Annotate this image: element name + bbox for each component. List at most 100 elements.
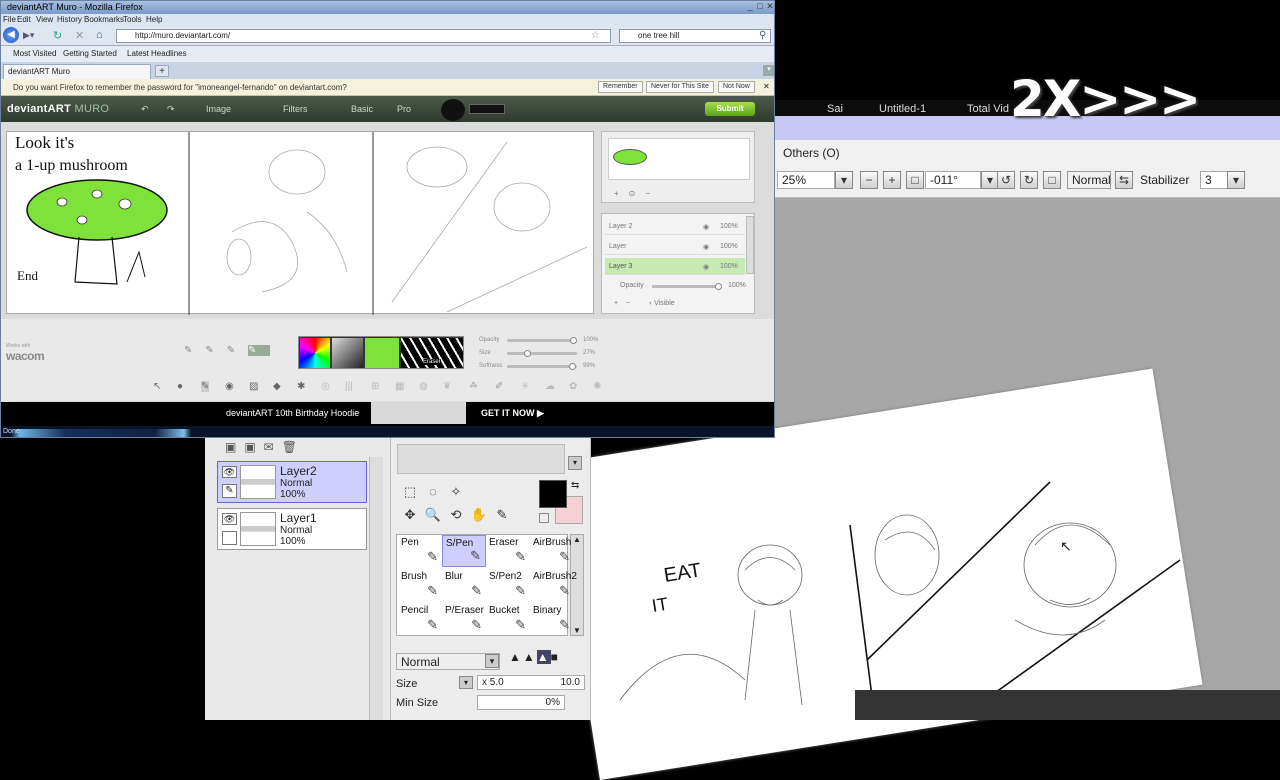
panel-dropdown-icon[interactable]: ▾: [568, 456, 582, 470]
slider-track[interactable]: [507, 350, 577, 357]
rect-select-icon[interactable]: ⬚: [401, 483, 419, 501]
close-notification-icon[interactable]: ✕: [763, 82, 770, 91]
others-menu[interactable]: Others (O): [783, 146, 840, 160]
menu-bookmarks[interactable]: Bookmarks: [84, 15, 124, 24]
current-color-swatch[interactable]: [365, 338, 399, 368]
zoom-icon[interactable]: 🔍: [424, 506, 442, 524]
stabilizer-dropdown-icon[interactable]: ▾: [1227, 171, 1245, 189]
layer-buttons-icon[interactable]: ▣▣✉🗑: [225, 440, 305, 454]
sphere-icon[interactable]: ◍: [419, 381, 428, 392]
tool-bucket[interactable]: Bucket ✎: [486, 603, 530, 635]
circle-brush-icon[interactable]: ◉: [225, 381, 234, 392]
spiral-icon[interactable]: ◎: [321, 381, 330, 392]
eye-icon[interactable]: ◉: [703, 223, 709, 231]
muro-canvas[interactable]: Look it's a 1-up mushroom End: [6, 131, 594, 315]
swap-colors-icon[interactable]: ⇆: [571, 480, 579, 491]
url-bar[interactable]: http://muro.deviantart.com/: [116, 29, 611, 43]
brush-presets-icon[interactable]: ✎✎✎✎: [184, 345, 284, 363]
dot-brush-icon[interactable]: ●: [177, 381, 183, 392]
zoom-field[interactable]: 25%: [777, 171, 835, 189]
bookmark-getting-started[interactable]: Getting Started: [63, 49, 117, 58]
rotate-icon[interactable]: ⟲: [447, 506, 465, 524]
tab-sai[interactable]: Sai: [827, 103, 843, 115]
maximize-icon[interactable]: □: [755, 2, 765, 12]
menu-tools[interactable]: Tools: [123, 15, 142, 24]
tool-blur[interactable]: Blur ✎: [442, 569, 486, 601]
brush-lock-icon[interactable]: ✎: [222, 484, 237, 498]
never-for-site-button[interactable]: Never for This Site: [646, 81, 714, 93]
rotate-right-icon[interactable]: ↻: [1020, 171, 1038, 189]
brush-opacity-slider[interactable]: Opacity 100%: [479, 337, 598, 344]
tool-airbrush2[interactable]: AirBrush2 ✎: [530, 569, 577, 601]
new-tab-icon[interactable]: +: [155, 65, 169, 77]
hatch-icon[interactable]: ▦: [395, 381, 404, 392]
reload-icon[interactable]: ↻: [53, 29, 62, 42]
smudge-icon[interactable]: ✐: [495, 381, 503, 392]
zoom-reset-icon[interactable]: □: [906, 171, 924, 189]
cloud-icon[interactable]: ☁: [545, 381, 555, 392]
size-field[interactable]: x 5.0 10.0: [477, 675, 585, 690]
eye-icon[interactable]: 👁: [222, 513, 237, 525]
zoom-out-icon[interactable]: −: [860, 171, 878, 189]
color-picker[interactable]: Eraser: [298, 336, 464, 369]
transparent-color-icon[interactable]: [539, 513, 549, 523]
shop-badge-icon[interactable]: [469, 104, 505, 114]
brush-shape-icon[interactable]: ▲▲▲■: [509, 650, 585, 670]
magic-wand-icon[interactable]: ✧: [447, 483, 465, 501]
lines-icon[interactable]: |||: [345, 381, 353, 392]
menu-filters[interactable]: Filters: [283, 104, 308, 114]
tool-pencil[interactable]: Pencil ✎: [398, 603, 442, 635]
slider-knob[interactable]: [570, 337, 577, 344]
remember-button[interactable]: Remember: [598, 81, 643, 93]
ad-banner[interactable]: deviantART 10th Birthday Hoodie GET IT N…: [1, 402, 774, 426]
redo-icon[interactable]: ↷: [167, 104, 175, 115]
eye-icon[interactable]: ◉: [703, 263, 709, 271]
layers-scrollbar[interactable]: [746, 216, 754, 274]
lasso-icon[interactable]: ◌: [424, 483, 442, 501]
zoom-controls-icon[interactable]: +⊙−: [614, 189, 660, 198]
grid-icon[interactable]: ⊞: [371, 381, 379, 392]
home-icon[interactable]: ⌂: [96, 29, 103, 41]
bookmark-most-visited[interactable]: Most Visited: [13, 49, 56, 58]
eyedropper-icon[interactable]: ✎: [493, 506, 511, 524]
mode-basic[interactable]: Basic: [351, 104, 373, 114]
layer-opacity-slider[interactable]: [652, 283, 722, 290]
muro-layer-item[interactable]: Layer 2 ◉ 100%: [605, 218, 745, 235]
slider-track[interactable]: [507, 337, 577, 344]
leaf-icon[interactable]: ☘: [469, 381, 478, 392]
pencil-icon[interactable]: ✎: [201, 381, 210, 392]
tool-pen[interactable]: Pen ✎: [398, 535, 442, 567]
layer-item-layer2[interactable]: 👁 ✎ Layer2 Normal 100%: [217, 461, 367, 503]
navigator-preview[interactable]: +⊙−: [601, 131, 755, 203]
color-wheel[interactable]: [300, 338, 330, 368]
slider-track[interactable]: [507, 363, 577, 370]
tool-binary[interactable]: Binary ✎: [530, 603, 574, 635]
brush-softness-slider[interactable]: Softness 99%: [479, 363, 595, 370]
rotate-left-icon[interactable]: ↺: [997, 171, 1015, 189]
tool-p-eraser[interactable]: P/Eraser ✎: [442, 603, 486, 635]
slider-knob[interactable]: [715, 283, 722, 290]
minimize-icon[interactable]: _: [745, 2, 755, 12]
ad-cta-button[interactable]: GET IT NOW ▶: [481, 408, 544, 419]
angle-field[interactable]: -011°: [925, 171, 981, 189]
search-icon[interactable]: ⚲: [759, 30, 766, 41]
flower-icon[interactable]: ✿: [569, 381, 577, 392]
mode-pro[interactable]: Pro: [397, 104, 411, 114]
flip-icon[interactable]: ⇆: [1115, 171, 1133, 189]
color-gradient[interactable]: [332, 338, 363, 368]
menu-file[interactable]: File: [3, 15, 16, 24]
menu-history[interactable]: History: [57, 15, 82, 24]
not-now-button[interactable]: Not Now: [718, 81, 755, 93]
feather-icon[interactable]: ❦: [443, 381, 451, 392]
move-icon[interactable]: ✥: [401, 506, 419, 524]
close-icon[interactable]: ✕: [765, 2, 774, 12]
menu-view[interactable]: View: [36, 15, 53, 24]
drop-icon[interactable]: ◆: [273, 381, 281, 392]
star-icon[interactable]: ✺: [593, 381, 601, 392]
brush-size-slider[interactable]: Size 27%: [479, 350, 595, 357]
rotate-reset-icon[interactable]: □: [1043, 171, 1061, 189]
pattern-brush-icon[interactable]: ▨: [249, 381, 258, 392]
tab-untitled[interactable]: Untitled-1: [879, 103, 926, 115]
blend-mode-field[interactable]: Normal: [1067, 171, 1111, 189]
tool-s-pen2[interactable]: S/Pen2 ✎: [486, 569, 530, 601]
